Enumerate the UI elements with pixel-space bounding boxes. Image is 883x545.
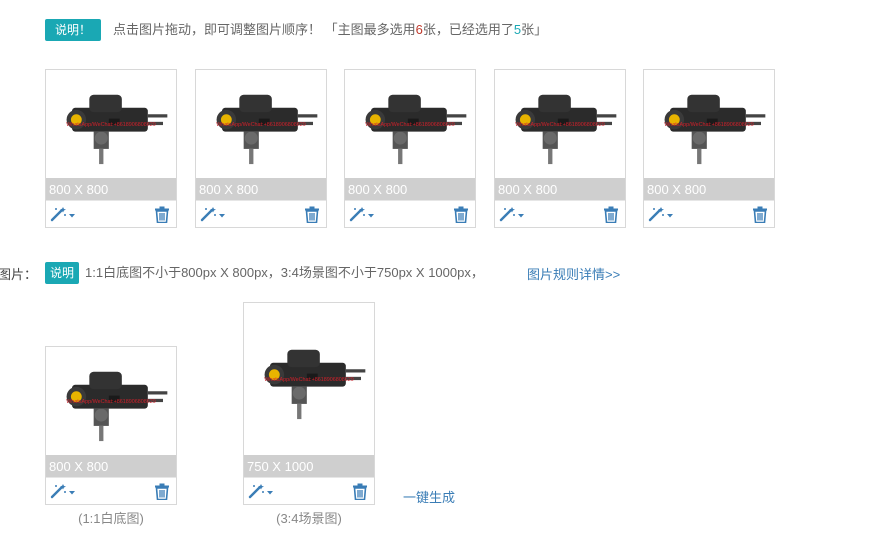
thumbnail-toolbar xyxy=(244,477,374,504)
image-size-label: 750 X 1000 xyxy=(244,455,374,479)
side-image-thumbnail[interactable]: WhatsApp/WeChat:+8618906808629 800 X 800 xyxy=(45,346,177,505)
thumbnail-image[interactable]: WhatsApp/WeChat:+8618906808629 xyxy=(495,70,625,178)
thumbnail-toolbar xyxy=(495,200,625,227)
thumbnail-image[interactable]: WhatsApp/WeChat:+8618906808629 xyxy=(244,303,374,455)
image-size-label: 800 X 800 xyxy=(46,178,176,202)
side-notice-badge: 说明 xyxy=(45,262,79,284)
main-image-thumbnail[interactable]: WhatsApp/WeChat:+8618906808629 800 X 800 xyxy=(195,69,327,228)
trash-icon[interactable] xyxy=(752,206,768,224)
thumbnail-image[interactable]: WhatsApp/WeChat:+8618906808629 xyxy=(46,347,176,455)
side-image-thumbnail[interactable]: WhatsApp/WeChat:+8618906808629 750 X 100… xyxy=(243,302,375,505)
trash-icon[interactable] xyxy=(154,483,170,501)
product-part-image: WhatsApp/WeChat:+8618906808629 xyxy=(66,94,168,165)
image-size-label: 800 X 800 xyxy=(46,455,176,479)
magic-wand-icon[interactable] xyxy=(349,206,375,222)
product-part-image: WhatsApp/WeChat:+8618906808629 xyxy=(216,94,318,165)
notice-badge: 说明！ xyxy=(45,19,101,41)
trash-icon[interactable] xyxy=(352,483,368,501)
magic-wand-icon[interactable] xyxy=(248,483,274,499)
thumbnail-toolbar xyxy=(46,200,176,227)
image-size-label: 800 X 800 xyxy=(495,178,625,202)
main-image-thumbnail[interactable]: WhatsApp/WeChat:+8618906808629 800 X 800 xyxy=(494,69,626,228)
magic-wand-icon[interactable] xyxy=(648,206,674,222)
image-size-label: 800 X 800 xyxy=(644,178,774,202)
svg-text:WhatsApp/WeChat:+8618906808629: WhatsApp/WeChat:+8618906808629 xyxy=(264,377,354,383)
image-rules-link[interactable]: 图片规则详情>> xyxy=(527,264,620,283)
svg-text:WhatsApp/WeChat:+8618906808629: WhatsApp/WeChat:+8618906808629 xyxy=(664,122,754,128)
max-count: 6 xyxy=(415,22,423,37)
main-image-thumbnail[interactable]: WhatsApp/WeChat:+8618906808629 800 X 800 xyxy=(45,69,177,228)
product-part-image: WhatsApp/WeChat:+8618906808629 xyxy=(664,94,766,165)
product-part-image: WhatsApp/WeChat:+8618906808629 xyxy=(515,94,617,165)
side-images-notice: 1:1白底图不小于800px X 800px，3:4场景图不小于750px X … xyxy=(85,265,484,280)
thumbnail-image[interactable]: WhatsApp/WeChat:+8618906808629 xyxy=(345,70,475,178)
image-size-label: 800 X 800 xyxy=(196,178,326,202)
trash-icon[interactable] xyxy=(453,206,469,224)
trash-icon[interactable] xyxy=(304,206,320,224)
thumbnail-toolbar xyxy=(345,200,475,227)
notice-text-middle: 张，已经选用了 xyxy=(422,22,514,37)
svg-text:WhatsApp/WeChat:+8618906808629: WhatsApp/WeChat:+8618906808629 xyxy=(515,122,605,128)
side-images-row-label: 图片： xyxy=(0,267,38,282)
svg-text:WhatsApp/WeChat:+8618906808629: WhatsApp/WeChat:+8618906808629 xyxy=(365,122,455,128)
magic-wand-icon[interactable] xyxy=(200,206,226,222)
product-part-image: WhatsApp/WeChat:+8618906808629 xyxy=(365,94,467,165)
product-part-image: WhatsApp/WeChat:+8618906808629 xyxy=(66,371,168,442)
image-type-caption: (1:1白底图) xyxy=(78,511,144,526)
thumbnail-image[interactable]: WhatsApp/WeChat:+8618906808629 xyxy=(196,70,326,178)
magic-wand-icon[interactable] xyxy=(499,206,525,222)
magic-wand-icon[interactable] xyxy=(50,483,76,499)
svg-text:WhatsApp/WeChat:+8618906808629: WhatsApp/WeChat:+8618906808629 xyxy=(66,122,156,128)
image-type-caption: (3:4场景图) xyxy=(276,511,342,526)
notice-text-before: 点击图片拖动，即可调整图片顺序！ 「主图最多选用 xyxy=(113,22,416,37)
main-image-thumbnail[interactable]: WhatsApp/WeChat:+8618906808629 800 X 800 xyxy=(643,69,775,228)
thumbnail-toolbar xyxy=(196,200,326,227)
product-part-image: WhatsApp/WeChat:+8618906808629 xyxy=(264,349,366,420)
svg-text:WhatsApp/WeChat:+8618906808629: WhatsApp/WeChat:+8618906808629 xyxy=(216,122,306,128)
thumbnail-image[interactable]: WhatsApp/WeChat:+8618906808629 xyxy=(46,70,176,178)
svg-text:WhatsApp/WeChat:+8618906808629: WhatsApp/WeChat:+8618906808629 xyxy=(66,399,156,405)
image-size-label: 800 X 800 xyxy=(345,178,475,202)
trash-icon[interactable] xyxy=(154,206,170,224)
main-images-notice: 点击图片拖动，即可调整图片顺序！ 「主图最多选用6张，已经选用了5张」 xyxy=(113,20,547,40)
thumbnail-image[interactable]: WhatsApp/WeChat:+8618906808629 xyxy=(644,70,774,178)
one-click-generate-link[interactable]: 一键生成 xyxy=(403,487,455,506)
notice-text-after: 张」 xyxy=(521,22,548,37)
magic-wand-icon[interactable] xyxy=(50,206,76,222)
thumbnail-toolbar xyxy=(46,477,176,504)
thumbnail-toolbar xyxy=(644,200,774,227)
main-image-thumbnail[interactable]: WhatsApp/WeChat:+8618906808629 800 X 800 xyxy=(344,69,476,228)
trash-icon[interactable] xyxy=(603,206,619,224)
